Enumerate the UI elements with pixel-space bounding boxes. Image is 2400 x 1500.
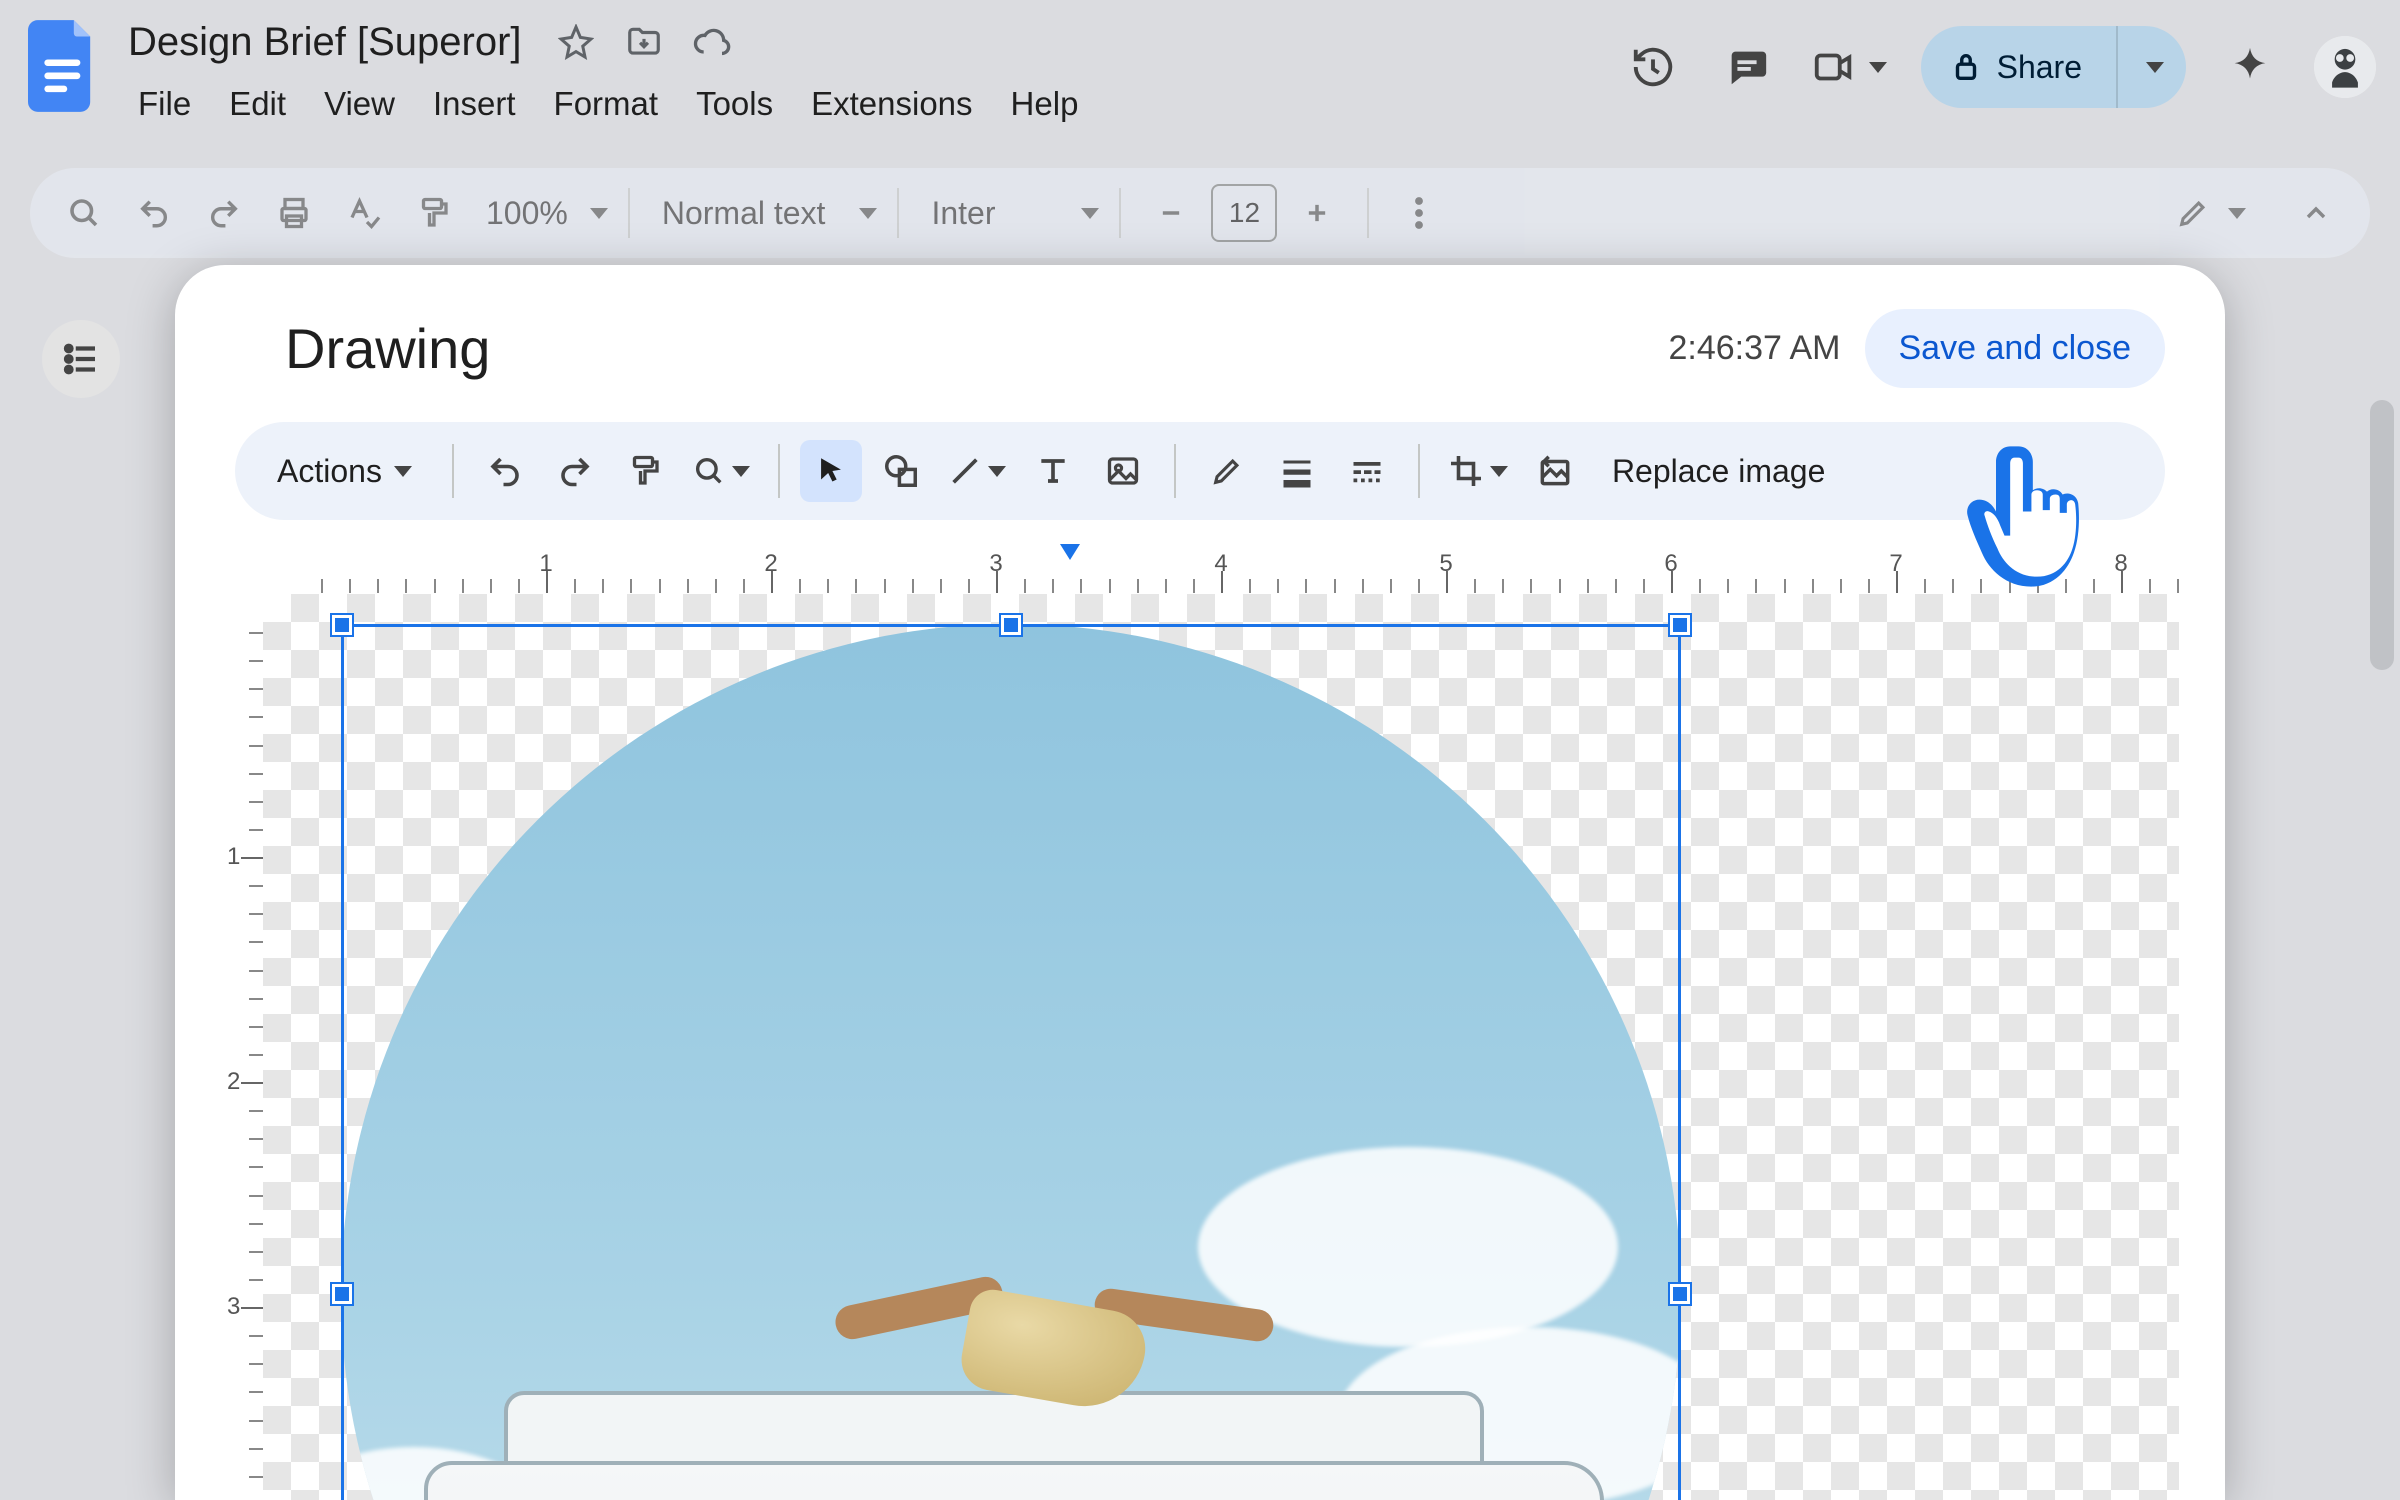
cloud-status-icon[interactable]	[692, 22, 732, 62]
resize-handle-n[interactable]	[1001, 615, 1021, 635]
docs-logo[interactable]	[24, 12, 104, 120]
replace-image-button[interactable]: Replace image	[1594, 453, 1843, 490]
paint-format-icon[interactable]	[404, 183, 464, 243]
vertical-scrollbar[interactable]	[2370, 400, 2394, 670]
share-dropdown[interactable]	[2116, 26, 2186, 108]
font-select[interactable]: Inter	[919, 195, 1099, 232]
star-icon[interactable]	[556, 22, 596, 62]
docs-toolbar: 100% Normal text Inter 12	[30, 168, 2370, 258]
horizontal-ruler[interactable]: 12345678	[263, 544, 2179, 594]
cursor-pointer-illustration	[1955, 435, 2105, 610]
masked-photo	[344, 627, 1678, 1500]
comments-icon[interactable]	[1717, 37, 1777, 97]
drawing-canvas-area: 12345678 123	[221, 544, 2179, 1500]
image-tool-icon[interactable]	[1092, 440, 1154, 502]
menu-format[interactable]: Format	[538, 79, 675, 129]
line-tool-icon[interactable]	[940, 440, 1014, 502]
select-tool-icon[interactable]	[800, 440, 862, 502]
vertical-ruler[interactable]: 123	[221, 594, 263, 1500]
resize-handle-ne[interactable]	[1670, 615, 1690, 635]
reset-image-icon[interactable]	[1524, 440, 1586, 502]
share-label: Share	[1997, 49, 2082, 86]
menu-extensions[interactable]: Extensions	[795, 79, 988, 129]
selected-image-object[interactable]	[341, 624, 1681, 1500]
meet-icon[interactable]	[1811, 37, 1887, 97]
zoom-menu[interactable]	[684, 440, 758, 502]
show-outline-button[interactable]	[42, 320, 120, 398]
dialog-timestamp: 2:46:37 AM	[1668, 329, 1840, 368]
border-weight-icon[interactable]	[1266, 440, 1328, 502]
undo-icon[interactable]	[474, 440, 536, 502]
resize-handle-nw[interactable]	[332, 615, 352, 635]
print-icon[interactable]	[264, 183, 324, 243]
titlebar: Design Brief [Superor] File Edit View In…	[0, 0, 2400, 162]
increase-font-icon[interactable]	[1287, 183, 1347, 243]
share-button[interactable]: Share	[1921, 26, 2186, 108]
crop-tool-icon[interactable]	[1440, 440, 1516, 502]
actions-menu[interactable]: Actions	[265, 453, 432, 490]
paragraph-style-select[interactable]: Normal text	[650, 195, 878, 232]
font-size-input[interactable]: 12	[1211, 184, 1277, 242]
redo-icon[interactable]	[194, 183, 254, 243]
collapse-toolbar-icon[interactable]	[2286, 183, 2346, 243]
shape-tool-icon[interactable]	[870, 440, 932, 502]
move-to-folder-icon[interactable]	[624, 22, 664, 62]
drawing-dialog: Drawing 2:46:37 AM Save and close Action…	[175, 265, 2225, 1500]
undo-icon[interactable]	[124, 183, 184, 243]
gemini-sparkle-icon[interactable]	[2220, 37, 2280, 97]
editing-mode[interactable]	[2176, 196, 2246, 230]
decrease-font-icon[interactable]	[1141, 183, 1201, 243]
more-tools-icon[interactable]	[1389, 183, 1449, 243]
resize-handle-e[interactable]	[1670, 1284, 1690, 1304]
history-icon[interactable]	[1623, 37, 1683, 97]
border-color-icon[interactable]	[1196, 440, 1258, 502]
resize-handle-w[interactable]	[332, 1284, 352, 1304]
menu-insert[interactable]: Insert	[417, 79, 532, 129]
paint-format-icon[interactable]	[614, 440, 676, 502]
account-avatar[interactable]	[2314, 36, 2376, 98]
menu-view[interactable]: View	[308, 79, 411, 129]
search-icon[interactable]	[54, 183, 114, 243]
menu-help[interactable]: Help	[995, 79, 1095, 129]
menubar: File Edit View Insert Format Tools Exten…	[122, 74, 1605, 134]
spellcheck-icon[interactable]	[334, 183, 394, 243]
border-dash-icon[interactable]	[1336, 440, 1398, 502]
dialog-title: Drawing	[285, 316, 1668, 381]
drawing-canvas[interactable]	[263, 594, 2179, 1500]
redo-icon[interactable]	[544, 440, 606, 502]
drawing-toolbar: Actions Replace image	[235, 422, 2165, 520]
save-and-close-button[interactable]: Save and close	[1865, 309, 2166, 388]
menu-edit[interactable]: Edit	[213, 79, 302, 129]
menu-file[interactable]: File	[122, 79, 207, 129]
textbox-tool-icon[interactable]	[1022, 440, 1084, 502]
zoom-select[interactable]: 100%	[474, 195, 608, 232]
doc-title[interactable]: Design Brief [Superor]	[122, 18, 528, 67]
menu-tools[interactable]: Tools	[680, 79, 789, 129]
